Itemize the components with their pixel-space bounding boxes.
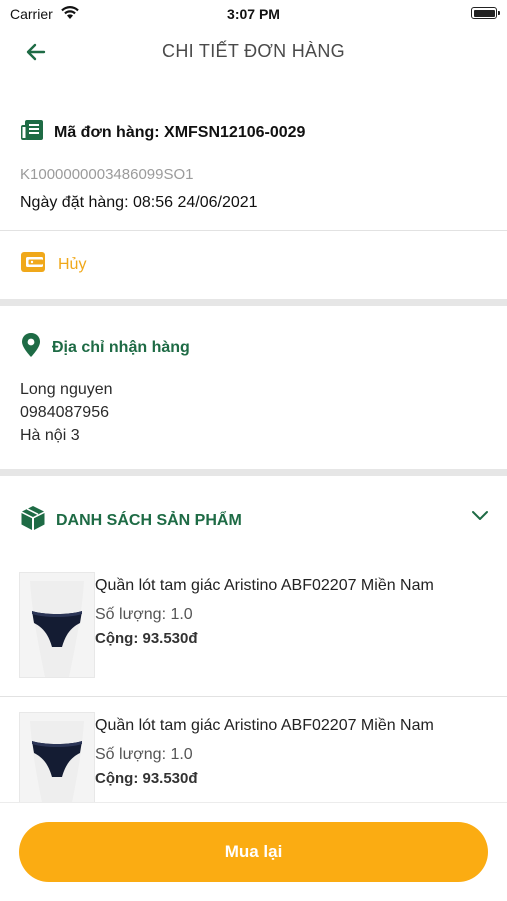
buy-again-button[interactable]: Mua lại: [19, 822, 488, 882]
nav-header: CHI TIẾT ĐƠN HÀNG: [0, 30, 507, 74]
divider: [0, 230, 507, 231]
product-image: [19, 572, 95, 678]
section-divider: [0, 299, 507, 306]
footer-bar: Mua lại: [0, 802, 507, 901]
receipt-icon: [20, 118, 46, 147]
package-icon: [20, 505, 46, 536]
order-code-row: Mã đơn hàng: XMFSN12106-0029: [20, 118, 305, 147]
status-time: 3:07 PM: [227, 6, 280, 22]
address-block: Long nguyen 0984087956 Hà nội 3: [20, 378, 113, 447]
order-status: Hủy: [58, 255, 87, 273]
chevron-down-icon[interactable]: [471, 508, 489, 527]
status-bar: Carrier 3:07 PM: [0, 0, 507, 28]
product-item[interactable]: Quần lót tam giác Aristino ABF02207 Miền…: [0, 560, 507, 680]
location-pin-icon: [20, 332, 42, 363]
address-title: Địa chỉ nhận hàng: [52, 338, 190, 356]
address-section-title: Địa chỉ nhận hàng: [20, 332, 190, 363]
product-name: Quần lót tam giác Aristino ABF02207 Miền…: [95, 717, 434, 734]
recipient-phone: 0984087956: [20, 404, 109, 421]
product-list-title: DANH SÁCH SẢN PHẨM: [56, 511, 242, 529]
wallet-icon: [20, 250, 46, 279]
order-code: Mã đơn hàng: XMFSN12106-0029: [54, 123, 306, 141]
order-date: Ngày đặt hàng: 08:56 24/06/2021: [20, 194, 258, 211]
product-name: Quần lót tam giác Aristino ABF02207 Miền…: [95, 577, 434, 594]
page-title: CHI TIẾT ĐƠN HÀNG: [162, 41, 345, 61]
product-quantity: Số lượng: 1.0: [95, 606, 193, 623]
order-sub-code: K1000000003486099SO1: [20, 166, 194, 183]
battery-icon: [471, 7, 500, 19]
order-status-row[interactable]: Hủy: [20, 250, 86, 279]
product-total: Cộng: 93.530đ: [95, 630, 198, 647]
product-total: Cộng: 93.530đ: [95, 770, 198, 787]
product-section-title: DANH SÁCH SẢN PHẨM: [20, 505, 242, 536]
divider: [0, 696, 507, 697]
section-divider: [0, 469, 507, 476]
product-quantity: Số lượng: 1.0: [95, 746, 193, 763]
recipient-name: Long nguyen: [20, 381, 113, 398]
recipient-address: Hà nội 3: [20, 427, 80, 444]
